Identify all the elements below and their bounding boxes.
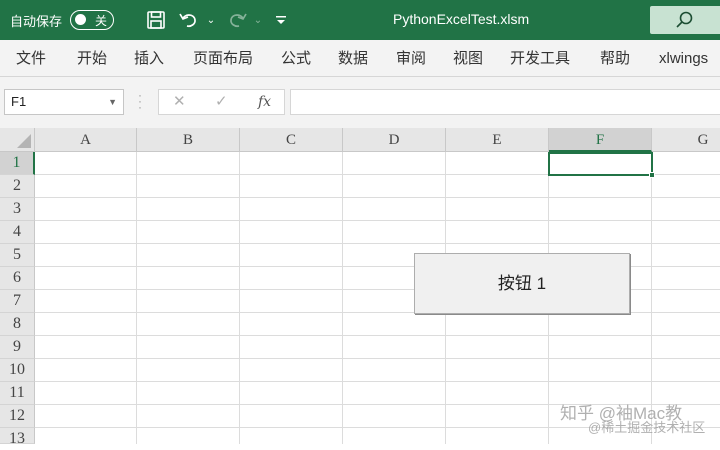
row-header-9[interactable]: 9 <box>0 336 35 359</box>
row-header-8[interactable]: 8 <box>0 313 35 336</box>
formula-buttons: ✕ ✓ fx <box>158 89 285 115</box>
watermark-text-2: @稀土掘金技术社区 <box>588 420 706 435</box>
redo-dropdown-chevron-icon[interactable]: ⌄ <box>252 9 264 31</box>
cancel-button[interactable]: ✕ <box>173 90 186 114</box>
worksheet-grid[interactable]: A B C D E F G 1 2 3 4 5 6 7 8 9 10 11 12… <box>0 128 720 447</box>
formula-bar: F1 ▼ · · · ✕ ✓ fx <box>0 77 720 128</box>
tab-view[interactable]: 视图 <box>453 40 483 77</box>
gridline <box>239 152 240 444</box>
row-header-11[interactable]: 11 <box>0 382 35 405</box>
insert-function-button[interactable]: fx <box>258 90 271 114</box>
column-header-b[interactable]: B <box>137 128 240 152</box>
row-header-7[interactable]: 7 <box>0 290 35 313</box>
row-header-10[interactable]: 10 <box>0 359 35 382</box>
ribbon-tabs: 文件 开始 插入 页面布局 公式 数据 审阅 视图 开发工具 帮助 xlwing… <box>0 40 720 77</box>
redo-icon[interactable] <box>226 9 248 31</box>
customize-toolbar-icon[interactable] <box>274 9 288 31</box>
tab-home[interactable]: 开始 <box>77 40 107 77</box>
tab-developer[interactable]: 开发工具 <box>510 40 570 77</box>
gridline <box>342 152 343 444</box>
gridline <box>35 197 720 198</box>
form-button-1[interactable]: 按钮 1 <box>414 253 630 314</box>
gridline <box>35 381 720 382</box>
row-header-4[interactable]: 4 <box>0 221 35 244</box>
tab-xlwings[interactable]: xlwings <box>659 40 708 77</box>
column-header-f[interactable]: F <box>549 128 652 152</box>
autosave-state: 关 <box>95 14 108 28</box>
row-header-5[interactable]: 5 <box>0 244 35 267</box>
column-header-d[interactable]: D <box>343 128 446 152</box>
tab-help[interactable]: 帮助 <box>600 40 630 77</box>
gridline <box>35 358 720 359</box>
tab-review[interactable]: 审阅 <box>396 40 426 77</box>
row-header-1[interactable]: 1 <box>0 152 35 175</box>
save-icon[interactable] <box>145 9 167 31</box>
search-icon <box>674 10 694 35</box>
fill-handle[interactable] <box>649 172 655 178</box>
name-box[interactable]: F1 ▼ <box>4 89 124 115</box>
tab-data[interactable]: 数据 <box>338 40 368 77</box>
column-header-a[interactable]: A <box>35 128 137 152</box>
tab-formulas[interactable]: 公式 <box>281 40 311 77</box>
selected-cell-f1[interactable] <box>548 152 655 178</box>
gridline <box>35 220 720 221</box>
gridline <box>35 243 720 244</box>
gridline <box>35 335 720 336</box>
row-header-13[interactable]: 13 <box>0 428 35 447</box>
gridline <box>136 152 137 444</box>
title-bar: 自动保存 关 ⌄ ⌄ PythonExcelTest.xlsm <box>0 0 720 40</box>
column-header-e[interactable]: E <box>446 128 549 152</box>
autosave-label: 自动保存 <box>10 13 63 29</box>
autosave-control[interactable]: 自动保存 关 <box>10 0 115 40</box>
autosave-toggle[interactable]: 关 <box>70 10 115 30</box>
formula-input[interactable] <box>290 89 720 115</box>
tab-page-layout[interactable]: 页面布局 <box>193 40 253 77</box>
file-name: PythonExcelTest.xlsm <box>393 11 530 27</box>
row-header-6[interactable]: 6 <box>0 267 35 290</box>
tab-insert[interactable]: 插入 <box>134 40 164 77</box>
row-header-3[interactable]: 3 <box>0 198 35 221</box>
row-header-2[interactable]: 2 <box>0 175 35 198</box>
search-box[interactable] <box>650 6 720 34</box>
tab-file[interactable]: 文件 <box>16 40 46 77</box>
name-box-dropdown-icon[interactable]: ▼ <box>108 90 117 114</box>
undo-dropdown-chevron-icon[interactable]: ⌄ <box>205 9 217 31</box>
column-header-c[interactable]: C <box>240 128 343 152</box>
select-all-corner[interactable] <box>0 128 35 152</box>
name-box-value: F1 <box>11 94 27 109</box>
select-all-triangle-icon <box>17 134 31 148</box>
undo-icon[interactable] <box>178 9 200 31</box>
row-header-12[interactable]: 12 <box>0 405 35 428</box>
column-header-g[interactable]: G <box>652 128 720 152</box>
toggle-knob <box>75 14 87 25</box>
enter-button[interactable]: ✓ <box>215 90 228 114</box>
formula-bar-splitter-icon[interactable]: · · · <box>138 89 142 113</box>
